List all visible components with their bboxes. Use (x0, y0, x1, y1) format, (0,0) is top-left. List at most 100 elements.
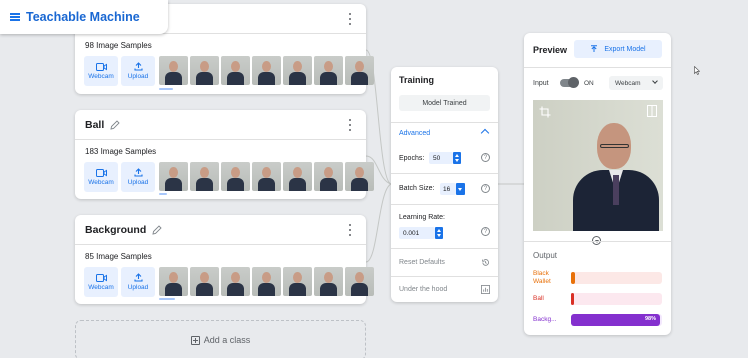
learning-rate-label: Learning Rate: (399, 214, 445, 221)
webcam-preview (533, 100, 663, 231)
thumbnail-scrollbar[interactable] (159, 193, 167, 195)
thumbnail-scrollbar[interactable] (159, 298, 175, 300)
sample-thumbnail[interactable] (345, 162, 374, 191)
confidence-bar (571, 293, 662, 305)
sample-thumbnail[interactable] (314, 162, 343, 191)
class-card-2: Ball 183 Image Samples Webcam Upload (75, 110, 374, 199)
sample-thumbnail[interactable] (345, 267, 374, 296)
output-label-black-wallet: Black Wallet (533, 270, 551, 285)
upload-icon (133, 62, 143, 71)
divider (524, 67, 671, 68)
upload-label: Upload (127, 73, 149, 80)
sample-thumbnails (159, 162, 374, 191)
webcam-button[interactable]: Webcam (84, 162, 118, 192)
sample-thumbnail[interactable] (159, 162, 188, 191)
upload-icon (133, 168, 143, 177)
sample-thumbnail[interactable] (159, 267, 188, 296)
sample-thumbnail[interactable] (314, 267, 343, 296)
divider (524, 241, 671, 242)
batch-size-select[interactable]: 16 (440, 183, 456, 195)
sample-thumbnail[interactable] (221, 162, 250, 191)
chevron-up-icon[interactable] (480, 128, 490, 138)
webcam-button[interactable]: Webcam (84, 56, 118, 86)
sample-thumbnail[interactable] (345, 56, 374, 85)
confidence-bar: 98% (571, 314, 662, 326)
divider (391, 276, 498, 277)
advanced-toggle[interactable]: Advanced (399, 130, 430, 137)
add-class-label: Add a class (203, 335, 251, 345)
upload-button[interactable]: Upload (121, 56, 155, 86)
crop-icon[interactable] (539, 106, 551, 118)
sample-thumbnail[interactable] (190, 162, 219, 191)
more-options-icon[interactable] (349, 13, 352, 25)
edit-icon[interactable] (110, 119, 120, 130)
class-card-3: Background 85 Image Samples Webcam Uploa… (75, 215, 374, 304)
sample-count: 85 Image Samples (85, 252, 152, 261)
confidence-value: 98% (644, 316, 656, 322)
edit-icon[interactable] (152, 224, 162, 235)
export-model-button[interactable]: Export Model (574, 40, 662, 58)
confidence-fill (571, 272, 575, 284)
epochs-label: Epochs: (399, 155, 425, 162)
sample-thumbnail[interactable] (314, 56, 343, 85)
sample-thumbnail[interactable] (221, 56, 250, 85)
learning-rate-field[interactable]: 0.001 (399, 227, 435, 239)
menu-icon[interactable] (10, 13, 20, 21)
sample-thumbnail[interactable] (252, 162, 281, 191)
thumbnail-scrollbar[interactable] (159, 88, 173, 90)
add-class-button[interactable]: Add a class (75, 320, 366, 358)
output-title: Output (533, 251, 558, 260)
app-title: Teachable Machine (26, 10, 140, 24)
class-name[interactable]: Background (85, 224, 146, 236)
webcam-button[interactable]: Webcam (84, 267, 118, 297)
batch-size-dropdown[interactable] (456, 183, 465, 195)
help-icon[interactable]: ? (481, 227, 490, 236)
epochs-field[interactable]: 50 (429, 152, 453, 164)
input-toggle[interactable] (560, 77, 579, 88)
epochs-stepper[interactable] (453, 152, 461, 164)
more-options-icon[interactable] (349, 119, 352, 131)
help-icon[interactable]: ? (481, 153, 490, 162)
sample-thumbnail[interactable] (221, 267, 250, 296)
toggle-state: ON (584, 80, 594, 87)
divider (391, 122, 498, 123)
chevron-down-icon (652, 78, 658, 84)
divider (391, 173, 498, 174)
preview-panel: Preview Export Model Input ON Webcam Out… (524, 33, 671, 335)
class-card-header: Background (75, 215, 366, 245)
learning-rate-stepper[interactable] (435, 227, 443, 239)
camera-icon (95, 62, 107, 71)
train-model-button[interactable]: Model Trained (399, 95, 490, 111)
more-options-icon[interactable] (349, 224, 352, 236)
sample-thumbnail[interactable] (283, 162, 312, 191)
input-source-select[interactable]: Webcam (609, 76, 663, 90)
chart-icon[interactable] (481, 285, 490, 294)
training-title: Training (399, 75, 435, 85)
upload-button[interactable]: Upload (121, 267, 155, 297)
upload-button[interactable]: Upload (121, 162, 155, 192)
help-icon[interactable]: ? (481, 184, 490, 193)
sample-thumbnail[interactable] (283, 56, 312, 85)
output-label-background: Backg... (533, 316, 557, 323)
sample-thumbnail[interactable] (190, 56, 219, 85)
sample-thumbnails (159, 56, 374, 85)
add-box-icon (190, 335, 200, 345)
class-name[interactable]: Ball (85, 119, 104, 131)
input-source-value: Webcam (615, 79, 641, 87)
sample-thumbnail[interactable] (190, 267, 219, 296)
sample-thumbnail[interactable] (283, 267, 312, 296)
mouse-cursor-icon (694, 66, 700, 75)
training-panel: Training Model Trained Advanced Epochs: … (391, 67, 498, 302)
sample-thumbnail[interactable] (252, 267, 281, 296)
sample-thumbnail[interactable] (159, 56, 188, 85)
upload-label: Upload (127, 284, 149, 291)
export-icon (591, 45, 598, 52)
under-the-hood-button[interactable]: Under the hood (399, 286, 447, 293)
history-icon[interactable] (481, 258, 490, 267)
sample-thumbnails (159, 267, 374, 296)
flip-icon[interactable] (647, 105, 657, 117)
upload-icon (133, 273, 143, 282)
reset-defaults-button[interactable]: Reset Defaults (399, 259, 445, 266)
camera-icon (95, 273, 107, 282)
sample-thumbnail[interactable] (252, 56, 281, 85)
